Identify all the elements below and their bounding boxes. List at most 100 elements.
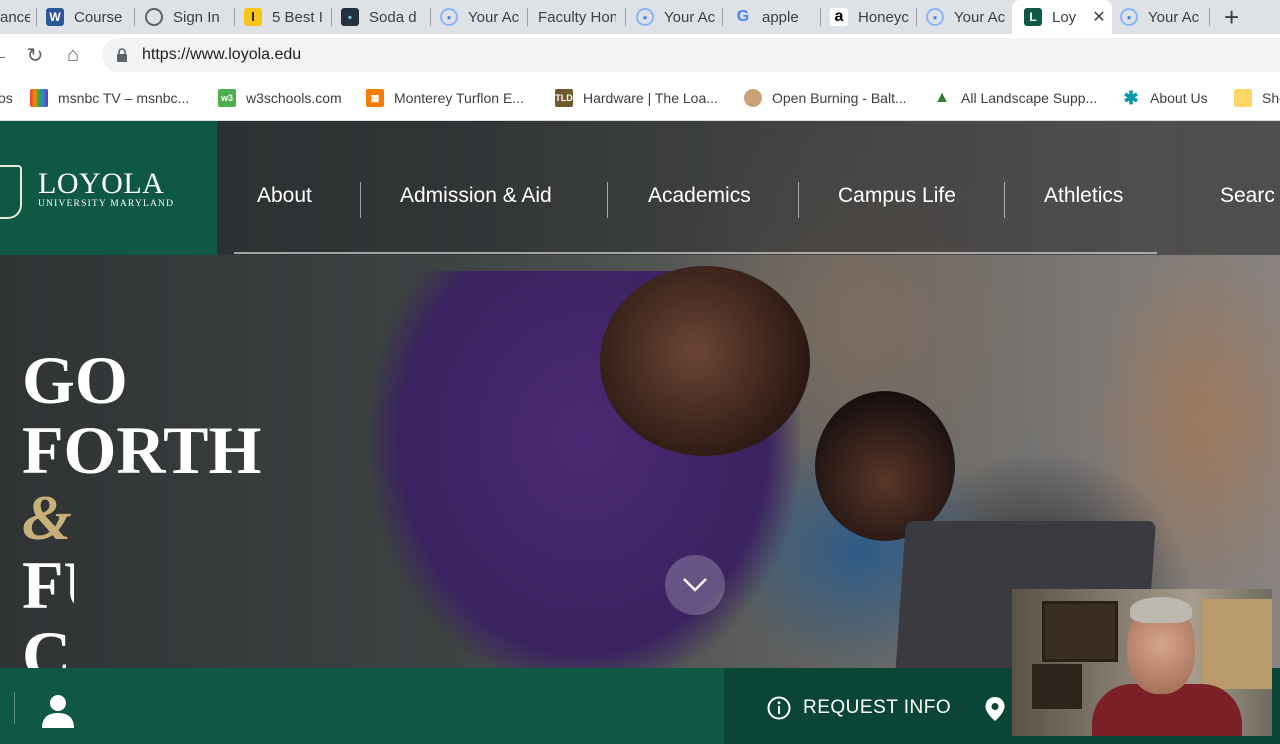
bookmark-item[interactable]: TLD Hardware | The Loa... bbox=[555, 76, 718, 120]
address-bar[interactable]: https://www.loyola.edu bbox=[102, 38, 1280, 72]
bar-separator bbox=[14, 692, 15, 724]
tab-loyola-active[interactable]: L Loy ✕ bbox=[1012, 0, 1112, 34]
tab-separator bbox=[722, 8, 723, 26]
bookmark-item[interactable]: She bbox=[1234, 76, 1280, 120]
loyola-icon: L bbox=[1024, 8, 1042, 26]
reload-icon[interactable]: ↻ bbox=[22, 42, 48, 68]
msnbc-icon bbox=[30, 89, 48, 107]
nav-campus-life[interactable]: Campus Life bbox=[838, 184, 956, 208]
nav-separator bbox=[1004, 182, 1005, 218]
bookmark-item[interactable]: msnbc TV – msnbc... bbox=[30, 76, 189, 120]
hero-photo-head-1 bbox=[600, 266, 810, 456]
tab-separator bbox=[1209, 8, 1210, 26]
tab-7-label: Faculty Hon bbox=[538, 8, 616, 26]
hero-headline: GO FORTH & bbox=[22, 346, 261, 556]
nav-about[interactable]: About bbox=[257, 184, 312, 208]
home-icon[interactable]: ⌂ bbox=[60, 42, 86, 68]
tab-9[interactable]: G apple bbox=[734, 0, 812, 34]
nav-academics[interactable]: Academics bbox=[648, 184, 751, 208]
nav-search-label: Searc bbox=[1220, 184, 1275, 207]
tab-separator bbox=[527, 8, 528, 26]
tab-1-label: ance bbox=[0, 8, 30, 26]
bookmarks-bar: os msnbc TV – msnbc... w3 w3schools.com … bbox=[0, 76, 1280, 121]
hero-photo-head-2 bbox=[815, 391, 955, 541]
tab-5-label: Soda d bbox=[369, 8, 417, 26]
logo-subtitle: UNIVERSITY MARYLAND bbox=[38, 199, 175, 209]
tab-separator bbox=[916, 8, 917, 26]
tab-7[interactable]: Faculty Hon bbox=[538, 0, 616, 34]
browser-toolbar: ← ↻ ⌂ https://www.loyola.edu bbox=[0, 34, 1280, 76]
tab-separator bbox=[234, 8, 235, 26]
w3schools-icon: w3 bbox=[218, 89, 236, 107]
tab-6[interactable]: ● Your Ac bbox=[440, 0, 520, 34]
tab-separator bbox=[134, 8, 135, 26]
bookmark-label: os bbox=[0, 90, 13, 106]
nav-separator bbox=[607, 182, 608, 218]
maryland-seal-icon bbox=[744, 89, 762, 107]
new-tab-icon[interactable]: + bbox=[1224, 2, 1239, 33]
tab-6-label: Your Ac bbox=[468, 8, 520, 26]
tab-8-label: Your Ac bbox=[664, 8, 716, 26]
nav-admission-aid[interactable]: Admission & Aid bbox=[400, 184, 552, 208]
lock-icon bbox=[117, 48, 127, 62]
bookmark-item[interactable]: ✱ About Us bbox=[1122, 76, 1207, 120]
tab-2[interactable]: W Course bbox=[46, 0, 126, 34]
bookmark-item[interactable]: Open Burning - Balt... bbox=[744, 76, 907, 120]
webcam-wall-frame bbox=[1042, 601, 1118, 662]
request-info-label: REQUEST INFO bbox=[803, 697, 952, 718]
bookmark-label: w3schools.com bbox=[246, 90, 342, 106]
tab-8[interactable]: ● Your Ac bbox=[636, 0, 716, 34]
map-pin-icon[interactable] bbox=[984, 696, 1006, 722]
bookmark-item[interactable]: ▲ All Landscape Supp... bbox=[933, 76, 1097, 120]
google-icon: G bbox=[736, 8, 750, 25]
l-icon: l bbox=[244, 8, 262, 26]
bookmark-item[interactable]: w3 w3schools.com bbox=[218, 76, 342, 120]
circle-icon: ● bbox=[926, 8, 944, 26]
main-nav: About Admission & Aid Academics Campus L… bbox=[217, 121, 1280, 255]
folder-icon bbox=[1234, 89, 1252, 107]
close-icon[interactable]: ✕ bbox=[1092, 7, 1105, 27]
hero-line-2: FORTH bbox=[22, 412, 262, 488]
bookmark-item[interactable]: os bbox=[0, 76, 13, 120]
tab-separator bbox=[820, 8, 821, 26]
tab-4-label: 5 Best I bbox=[272, 8, 322, 26]
tab-1[interactable]: ance bbox=[0, 0, 30, 34]
tab-10-label: Honeyc bbox=[858, 8, 909, 26]
url-text: https://www.loyola.edu bbox=[142, 46, 302, 63]
back-icon[interactable]: ← bbox=[0, 42, 12, 68]
word-icon: W bbox=[46, 8, 64, 26]
tab-12-label: Loy bbox=[1052, 8, 1077, 26]
webcam-wall-frame bbox=[1032, 664, 1082, 709]
bookmark-label: She bbox=[1262, 90, 1280, 106]
loyola-logo[interactable]: LOYOLA UNIVERSITY MARYLAND bbox=[0, 121, 217, 255]
user-icon[interactable] bbox=[38, 690, 78, 730]
monster-icon: ▪ bbox=[341, 8, 359, 26]
bookmark-label: Open Burning - Balt... bbox=[772, 90, 907, 106]
tab-11[interactable]: ● Your Ac bbox=[926, 0, 1006, 34]
tab-strip: ance W Course Sign In l 5 Best I ▪ Soda … bbox=[0, 0, 1280, 34]
globe-icon bbox=[145, 8, 163, 26]
bookmark-label: All Landscape Supp... bbox=[961, 90, 1098, 106]
home-depot-icon: ▦ bbox=[366, 89, 384, 107]
tab-13-label: Your Ac bbox=[1148, 8, 1200, 26]
chevron-down-icon bbox=[683, 578, 707, 592]
nav-separator bbox=[360, 182, 361, 218]
tab-9-label: apple bbox=[762, 8, 799, 26]
tab-13[interactable]: ● Your Ac bbox=[1120, 0, 1206, 34]
hero-line-3: FU bbox=[22, 547, 74, 623]
circle-icon: ● bbox=[440, 8, 458, 26]
tab-4[interactable]: l 5 Best I bbox=[244, 0, 322, 34]
bookmark-item[interactable]: ▦ Monterey Turflon E... bbox=[366, 76, 524, 120]
tab-10[interactable]: a Honeyc bbox=[830, 0, 910, 34]
tab-separator bbox=[430, 8, 431, 26]
tab-5[interactable]: ▪ Soda d bbox=[341, 0, 421, 34]
scroll-down-button[interactable] bbox=[665, 555, 725, 615]
info-icon bbox=[767, 696, 791, 720]
bookmark-label: Hardware | The Loa... bbox=[583, 90, 718, 106]
tab-3[interactable]: Sign In bbox=[145, 0, 227, 34]
hero-headline-clipped: FU C bbox=[0, 546, 74, 669]
request-info-button[interactable]: REQUEST INFO bbox=[767, 696, 951, 720]
nav-search[interactable]: Searc bbox=[1175, 121, 1280, 255]
nav-athletics[interactable]: Athletics bbox=[1044, 184, 1123, 208]
logo-name: LOYOLA bbox=[38, 167, 165, 200]
